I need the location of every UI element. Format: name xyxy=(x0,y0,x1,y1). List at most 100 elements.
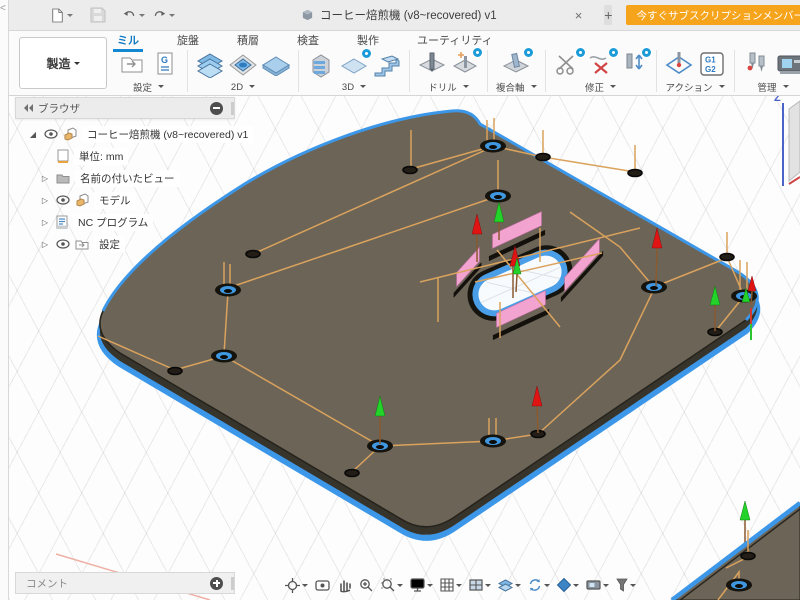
isolate-caret-icon xyxy=(573,584,579,590)
redo-button[interactable] xyxy=(153,4,175,26)
comment-panel[interactable]: コメント xyxy=(15,572,235,594)
group-actions-label[interactable]: アクション xyxy=(666,80,725,94)
group-2d: 2D xyxy=(189,48,297,94)
drill-button[interactable] xyxy=(418,50,446,78)
tree-row-setups[interactable]: ▷ 設定 xyxy=(15,233,255,255)
zoom-window-caret-icon xyxy=(397,584,403,590)
group-3d-label[interactable]: 3D xyxy=(342,82,366,93)
file-menu-caret-icon xyxy=(67,14,73,20)
named-views-label[interactable]: 名前の付いたビュー xyxy=(75,170,180,187)
tool-library-button[interactable] xyxy=(743,50,771,78)
machine-library-button[interactable] xyxy=(776,50,800,78)
group-setup-label[interactable]: 設定 xyxy=(133,80,164,94)
grid-display-caret-icon xyxy=(456,584,462,590)
multiaxis-button[interactable] xyxy=(502,50,530,78)
probe-button[interactable] xyxy=(665,50,693,78)
document-tab[interactable]: コーヒー焙煎機 (v8~recovered) v1 × xyxy=(293,0,590,30)
orbit-button[interactable] xyxy=(283,576,309,595)
delete-passes-button[interactable] xyxy=(587,50,615,78)
zoom-button[interactable] xyxy=(357,576,375,594)
edit-links-button[interactable] xyxy=(620,50,648,78)
regenerate-caret-icon xyxy=(544,584,550,590)
group-2d-label[interactable]: 2D xyxy=(231,82,255,93)
panel-grip[interactable] xyxy=(231,577,234,590)
expand-icon[interactable]: ◢ xyxy=(27,130,39,139)
model-label[interactable]: モデル xyxy=(94,192,136,209)
setup-folder-icon xyxy=(75,239,89,250)
steep-shallow-button[interactable] xyxy=(373,51,401,79)
save-button[interactable] xyxy=(87,4,109,26)
minimize-panel-icon[interactable] xyxy=(210,102,223,115)
tree-row-root[interactable]: ◢ コーヒー焙煎機 (v8~recovered) v1 xyxy=(15,123,255,145)
post-process-button[interactable]: G1G2 xyxy=(698,50,726,78)
regenerate-button[interactable] xyxy=(526,576,551,594)
expand-icon[interactable]: ▷ xyxy=(39,240,51,249)
eye-icon[interactable] xyxy=(56,195,70,205)
ribbon-tab-strip: ミル 旋盤 積層 検査 製作 ユーティリティ xyxy=(113,31,497,47)
face-button[interactable] xyxy=(262,51,290,79)
setup-button[interactable] xyxy=(118,50,146,78)
browser-header[interactable]: ブラウザ xyxy=(15,97,235,119)
machine-display-button[interactable] xyxy=(584,577,610,593)
app-launcher-icon[interactable] xyxy=(21,4,43,26)
toolpath-display-button[interactable] xyxy=(496,577,522,594)
tab-close-button[interactable]: × xyxy=(575,8,583,23)
panel-grip[interactable] xyxy=(231,102,234,115)
tab-fabrication[interactable]: 製作 xyxy=(353,31,383,49)
group-modify: 修正 xyxy=(547,48,655,94)
view-cube[interactable]: Z xyxy=(774,95,800,186)
back-chevron-icon: < xyxy=(0,3,6,14)
2d-contour-button[interactable] xyxy=(229,51,257,79)
visibility-filter-button[interactable] xyxy=(614,576,637,594)
group-modify-label[interactable]: 修正 xyxy=(585,80,616,94)
group-drill-label[interactable]: ドリル xyxy=(428,80,469,94)
browser-panel: ブラウザ ◢ コーヒー焙煎機 (v8~recovered) v1 単位: mm … xyxy=(15,97,255,255)
tab-additive[interactable]: 積層 xyxy=(233,31,263,49)
nc-programs-label[interactable]: NC プログラム xyxy=(73,214,153,231)
display-settings-button[interactable] xyxy=(408,576,434,594)
workspace-switcher[interactable]: 製造 xyxy=(19,37,107,89)
tab-utilities[interactable]: ユーティリティ xyxy=(413,31,497,49)
collapse-panel-icon[interactable] xyxy=(23,104,33,112)
tab-inspection[interactable]: 検査 xyxy=(293,31,323,49)
z-axis-label: Z xyxy=(774,95,781,104)
adaptive-clearing-button[interactable] xyxy=(307,51,335,79)
expand-icon[interactable]: ▷ xyxy=(39,196,51,205)
viewports-button[interactable] xyxy=(467,577,492,593)
group-manage-label[interactable]: 管理 xyxy=(758,80,789,94)
nc-program-icon xyxy=(56,215,68,229)
add-comment-icon[interactable] xyxy=(210,577,223,590)
gcode-document-button[interactable]: G xyxy=(151,50,179,78)
tree-row-units[interactable]: 単位: mm xyxy=(15,145,255,167)
eye-icon[interactable] xyxy=(44,129,58,139)
second-plate[interactable] xyxy=(672,503,800,600)
units-label[interactable]: 単位: mm xyxy=(74,148,128,165)
file-menu-button[interactable] xyxy=(51,4,73,26)
drill-extension-button[interactable] xyxy=(451,50,479,78)
subscribe-button[interactable]: 今すぐサブスクリプションメンバーに... xyxy=(626,5,800,25)
tree-row-nc-programs[interactable]: ▷ NC プログラム xyxy=(15,211,255,233)
setups-label[interactable]: 設定 xyxy=(94,236,125,253)
document-title: コーヒー焙煎機 (v8~recovered) v1 xyxy=(320,7,497,23)
flat-toolpath-button[interactable] xyxy=(340,51,368,79)
trim-toolpath-button[interactable] xyxy=(554,50,582,78)
root-component-label[interactable]: コーヒー焙煎機 (v8~recovered) v1 xyxy=(82,126,253,143)
component-icon xyxy=(75,193,89,207)
svg-text:G: G xyxy=(161,55,168,65)
eye-icon[interactable] xyxy=(56,239,70,249)
redo-caret-icon xyxy=(169,14,175,20)
tree-row-named-views[interactable]: ▷ 名前の付いたビュー xyxy=(15,167,255,189)
isolate-button[interactable] xyxy=(555,576,580,594)
expand-icon[interactable]: ▷ xyxy=(39,174,51,183)
2d-pocket-button[interactable] xyxy=(196,51,224,79)
new-tab-button[interactable]: + xyxy=(604,5,612,25)
zoom-window-button[interactable] xyxy=(379,576,404,594)
look-at-button[interactable] xyxy=(313,577,332,594)
expand-icon[interactable]: ▷ xyxy=(39,218,51,227)
tab-turning[interactable]: 旋盤 xyxy=(173,31,203,49)
pan-button[interactable] xyxy=(336,576,353,594)
grid-display-button[interactable] xyxy=(438,576,463,594)
tree-row-model[interactable]: ▷ モデル xyxy=(15,189,255,211)
group-multiaxis-label[interactable]: 複合軸 xyxy=(496,80,537,94)
undo-button[interactable] xyxy=(123,4,145,26)
